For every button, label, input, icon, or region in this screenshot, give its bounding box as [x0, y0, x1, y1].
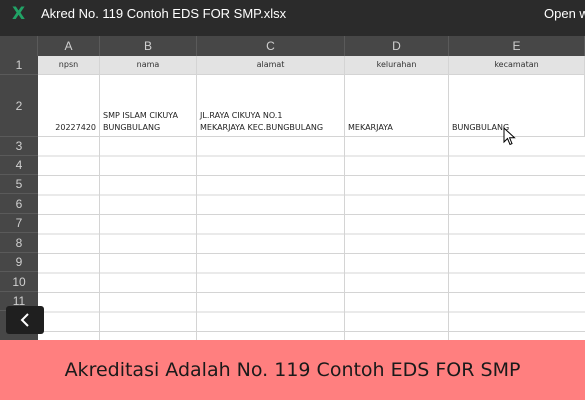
cell-e1[interactable]: kecamatan	[449, 56, 585, 75]
spreadsheet-grid[interactable]: A B C D E 1 2 3 4 5 6 7 8 9 10 11 npsn n…	[0, 31, 585, 340]
row-header-4[interactable]: 4	[0, 156, 38, 175]
title-bar: X Akred No. 119 Contoh EDS FOR SMP.xlsx …	[0, 0, 585, 31]
excel-icon: X	[12, 4, 26, 24]
cell-e2[interactable]: BUNGBULANG	[449, 75, 585, 137]
row-header-7[interactable]: 7	[0, 214, 38, 233]
row-header-9[interactable]: 9	[0, 253, 38, 272]
row-header-5[interactable]: 5	[0, 175, 38, 194]
npsn-value: 20227420	[55, 123, 96, 132]
cell-a1[interactable]: npsn	[38, 56, 100, 75]
cell-d1[interactable]: kelurahan	[345, 56, 449, 75]
open-with-button[interactable]: Open w	[544, 6, 585, 22]
select-all-corner[interactable]	[0, 36, 38, 56]
nama-line-2: BUNGBULANG	[103, 123, 161, 132]
chevron-left-icon	[20, 313, 29, 327]
column-header-b[interactable]: B	[100, 36, 197, 56]
alamat-line-1: JL.RAYA CIKUYA NO.1	[200, 111, 283, 120]
back-button[interactable]	[6, 306, 44, 334]
mouse-cursor-icon	[503, 127, 516, 146]
cell-d2[interactable]: MEKARJAYA	[345, 75, 449, 137]
cell-a2[interactable]: 20227420	[38, 75, 100, 137]
column-header-d[interactable]: D	[345, 36, 449, 56]
row-header-2[interactable]: 2	[0, 75, 38, 137]
row-header-3[interactable]: 3	[0, 137, 38, 156]
row-header-10[interactable]: 10	[0, 272, 38, 292]
alamat-line-2: MEKARJAYA KEC.BUNGBULANG	[200, 123, 324, 132]
cell-c2[interactable]: JL.RAYA CIKUYA NO.1 MEKARJAYA KEC.BUNGBU…	[197, 75, 345, 137]
file-title: Akred No. 119 Contoh EDS FOR SMP.xlsx	[41, 6, 287, 21]
kelurahan-value: MEKARJAYA	[348, 123, 393, 132]
row-lines	[38, 137, 585, 340]
row-header-1[interactable]: 1	[0, 56, 38, 75]
row-header-8[interactable]: 8	[0, 233, 38, 253]
column-header-c[interactable]: C	[197, 36, 345, 56]
caption-banner: Akreditasi Adalah No. 119 Contoh EDS FOR…	[0, 340, 585, 400]
column-header-e[interactable]: E	[449, 36, 585, 56]
kecamatan-value: BUNGBULANG	[452, 123, 510, 132]
cell-b1[interactable]: nama	[100, 56, 197, 75]
row-header-6[interactable]: 6	[0, 194, 38, 214]
banner-text: Akreditasi Adalah No. 119 Contoh EDS FOR…	[64, 359, 521, 381]
cell-b2[interactable]: SMP ISLAM CIKUYA BUNGBULANG	[100, 75, 197, 137]
nama-line-1: SMP ISLAM CIKUYA	[103, 111, 178, 120]
column-header-row: A B C D E	[0, 36, 585, 56]
cell-c1[interactable]: alamat	[197, 56, 345, 75]
column-header-a[interactable]: A	[38, 36, 100, 56]
